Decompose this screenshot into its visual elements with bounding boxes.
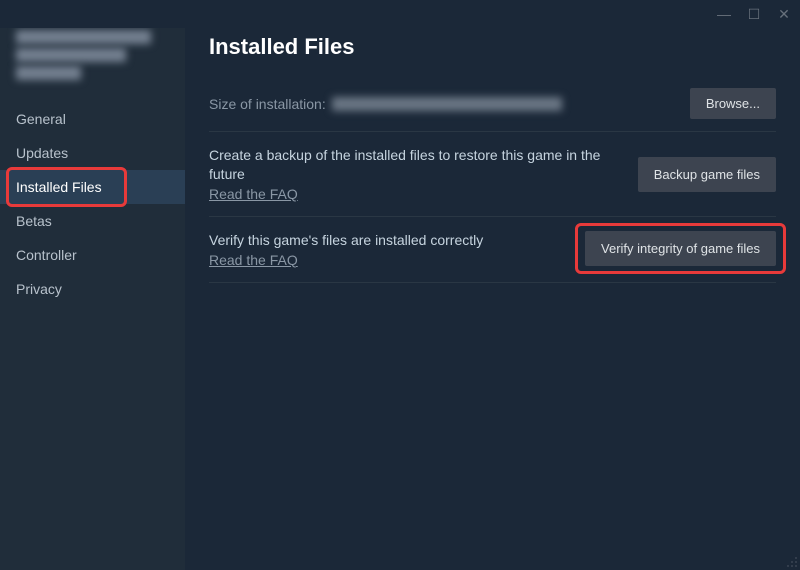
backup-faq-link[interactable]: Read the FAQ xyxy=(209,186,298,202)
backup-button[interactable]: Backup game files xyxy=(638,157,776,192)
sidebar-item-betas[interactable]: Betas xyxy=(0,204,185,238)
content-area: Installed Files Size of installation: Br… xyxy=(185,28,800,570)
maximize-button[interactable]: ☐ xyxy=(744,4,764,24)
sidebar-item-installed-files[interactable]: Installed Files xyxy=(0,170,185,204)
sidebar: General Updates Installed Files Betas Co… xyxy=(0,28,185,570)
sidebar-item-general[interactable]: General xyxy=(0,102,185,136)
divider xyxy=(209,131,776,132)
divider xyxy=(209,216,776,217)
close-button[interactable]: ✕ xyxy=(774,4,794,24)
backup-section: Create a backup of the installed files t… xyxy=(209,146,776,204)
install-size-row: Size of installation: Browse... xyxy=(209,88,776,119)
sidebar-nav: General Updates Installed Files Betas Co… xyxy=(0,102,185,306)
game-title xyxy=(0,30,185,102)
divider xyxy=(209,282,776,283)
page-title: Installed Files xyxy=(209,34,776,60)
verify-section: Verify this game's files are installed c… xyxy=(209,231,776,270)
sidebar-item-updates[interactable]: Updates xyxy=(0,136,185,170)
sidebar-item-controller[interactable]: Controller xyxy=(0,238,185,272)
backup-description: Create a backup of the installed files t… xyxy=(209,146,620,184)
resize-grip-icon[interactable] xyxy=(786,556,798,568)
verify-faq-link[interactable]: Read the FAQ xyxy=(209,252,298,268)
verify-integrity-button[interactable]: Verify integrity of game files xyxy=(585,231,776,266)
install-size-label: Size of installation: xyxy=(209,96,326,112)
verify-description: Verify this game's files are installed c… xyxy=(209,231,567,250)
install-size-value xyxy=(332,97,562,111)
window-titlebar: — ☐ ✕ xyxy=(0,0,800,28)
browse-button[interactable]: Browse... xyxy=(690,88,776,119)
minimize-button[interactable]: — xyxy=(714,4,734,24)
sidebar-item-privacy[interactable]: Privacy xyxy=(0,272,185,306)
